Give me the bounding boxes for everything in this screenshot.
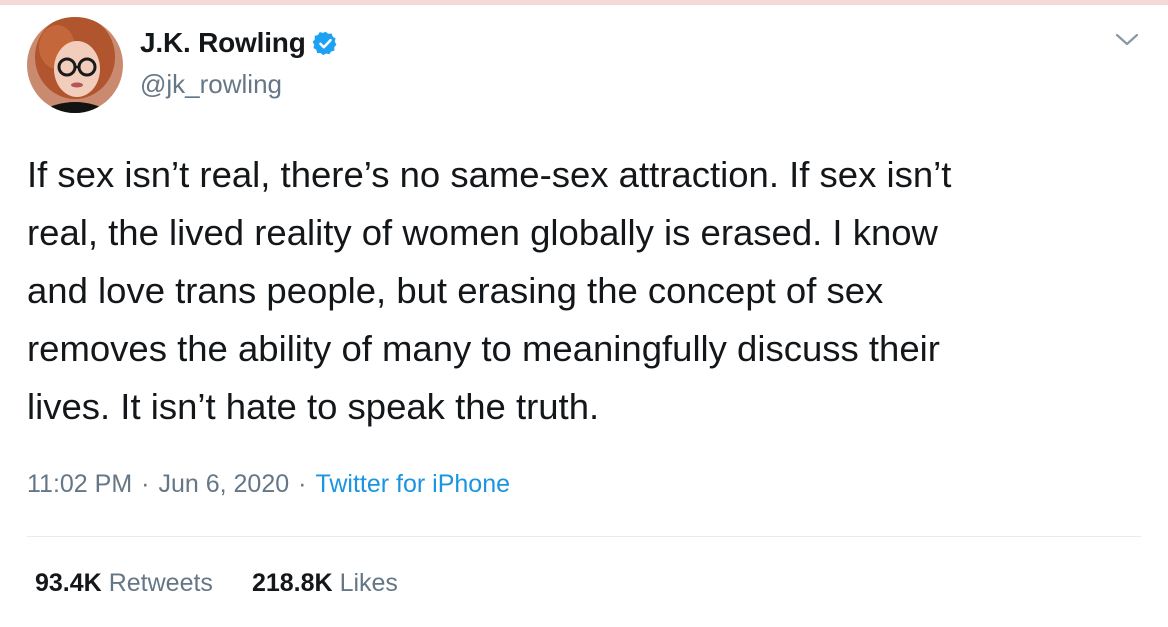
tweet-text: If sex isn’t real, there’s no same-sex a… <box>27 146 1137 436</box>
tweet-meta: 11:02 PM · Jun 6, 2020 · Twitter for iPh… <box>27 470 510 499</box>
author-handle[interactable]: @jk_rowling <box>140 69 282 100</box>
retweets-label: Retweets <box>108 569 213 597</box>
tweet-time[interactable]: 11:02 PM <box>27 470 132 499</box>
verified-badge-icon <box>312 30 339 57</box>
tweet-source-link[interactable]: Twitter for iPhone <box>315 470 510 499</box>
retweets-count: 93.4K <box>35 569 102 597</box>
tweet-text-line: real, the lived reality of women globall… <box>27 212 938 253</box>
retweets-stat[interactable]: 93.4K Retweets <box>35 569 213 598</box>
avatar-image <box>27 17 123 113</box>
tweet-date[interactable]: Jun 6, 2020 <box>158 470 289 499</box>
meta-separator: · <box>298 470 307 498</box>
author-display-name[interactable]: J.K. Rowling <box>140 27 306 59</box>
author-name-row[interactable]: J.K. Rowling <box>140 27 339 59</box>
likes-stat[interactable]: 218.8K Likes <box>252 569 398 598</box>
likes-label: Likes <box>339 569 398 597</box>
tweet-text-line: If sex isn’t real, there’s no same-sex a… <box>27 154 952 195</box>
avatar[interactable] <box>27 17 123 113</box>
likes-count: 218.8K <box>251 569 333 597</box>
tweet-card: J.K. Rowling @jk_rowling If sex isn’t re… <box>0 0 1168 627</box>
chevron-down-icon[interactable] <box>1114 30 1140 50</box>
divider <box>27 536 1141 537</box>
meta-separator: · <box>141 470 150 498</box>
tweet-text-line: removes the ability of many to meaningfu… <box>27 328 940 369</box>
tweet-text-line: and love trans people, but erasing the c… <box>27 270 884 311</box>
tweet-text-line: lives. It isn’t hate to speak the truth. <box>27 386 600 427</box>
tweet-stats: 93.4K Retweets 218.8K Likes <box>35 569 437 598</box>
